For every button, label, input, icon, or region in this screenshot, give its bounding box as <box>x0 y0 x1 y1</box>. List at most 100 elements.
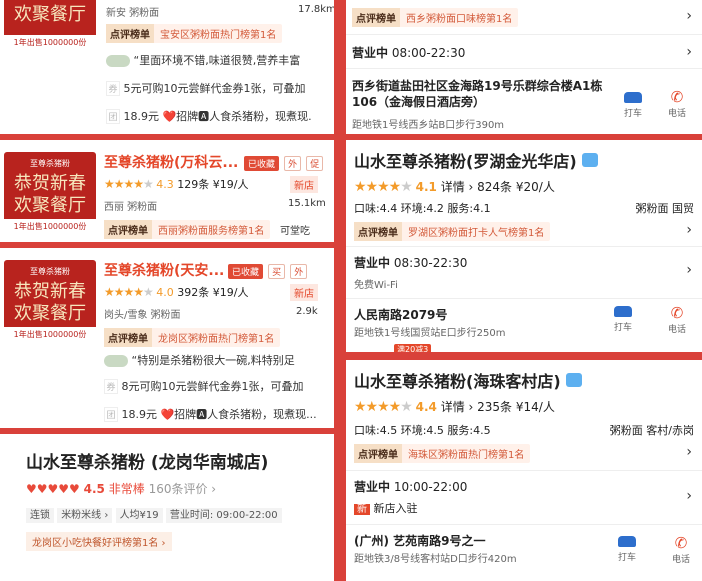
rating-row: ★★★★★ 4.0 392条 ¥19/人 <box>104 284 249 300</box>
avg-price: ¥19/人 <box>212 286 249 299</box>
review-count: 824条 <box>477 180 513 194</box>
chevron-right-icon[interactable]: › <box>686 222 692 238</box>
taxi-button[interactable]: 打车 <box>618 536 636 563</box>
shop-location: 岗头/雪象 粥粉面 <box>104 310 181 321</box>
review-count: 129条 <box>177 178 210 191</box>
address-text: (广州) 艺苑南路9号之一 <box>354 534 486 548</box>
hours-row[interactable]: 营业中 08:30-22:30 <box>354 254 467 271</box>
shop-title: 山水至尊杀猪粉(海珠客村店) <box>354 368 583 392</box>
listing-card-b[interactable]: 至尊杀猪粉 恭贺新春 欢聚餐厅 1年出售1000000份 至尊杀猪粉(万科云..… <box>0 140 334 242</box>
rank-label: 点评榜单 <box>106 24 154 43</box>
taxi-label: 打车 <box>614 323 633 333</box>
listing-card-c[interactable]: 至尊杀猪粉 恭贺新春 欢聚餐厅 1年出售1000000份 至尊杀猪粉(天安...… <box>0 248 334 428</box>
hours-value: 08:30-22:30 <box>393 256 468 270</box>
review-snippet: “里面环境不错,味道很赞,营养丰富 <box>106 52 300 68</box>
shop-thumbnail: 至尊杀猪粉 恭贺新春 欢聚餐厅 1年出售1000000份 <box>4 152 96 234</box>
hours-row[interactable]: 营业中 10:00-22:00 <box>354 478 467 495</box>
voucher-row[interactable]: 券 5元可购10元尝鲜代金券1张，可叠加 <box>106 80 306 96</box>
rank-text: 罗湖区粥粉面打卡人气榜第1名 <box>408 228 545 239</box>
rank-badge[interactable]: 点评榜单 宝安区粥粉面热门榜第1名 <box>106 24 283 43</box>
phone-button[interactable]: ✆ 电话 <box>668 304 686 335</box>
rating-value: 4.0 <box>156 286 174 299</box>
phone-icon: ✆ <box>670 304 684 322</box>
thumb-sold: 1年出售1000000份 <box>4 327 96 342</box>
shop-title[interactable]: 至尊杀猪粉(万科云... <box>104 152 238 172</box>
rating-row: ★★★★★ 4.3 129条 ¥19/人 <box>104 176 249 192</box>
shop-detail-right-1[interactable]: 点评榜单 西乡粥粉面口味榜第1名 › 营业中 08:00-22:30 › 西乡街… <box>346 0 702 134</box>
status-tags: 已收藏 外 促 <box>244 152 324 171</box>
chip-price: 人均¥19 <box>115 508 163 523</box>
chip-category[interactable]: 米粉米线 › <box>57 508 113 523</box>
collected-badge[interactable]: 已收藏 <box>228 264 264 279</box>
chevron-right-icon[interactable]: › <box>686 262 692 278</box>
review-count[interactable]: 160条评价 › <box>149 482 217 496</box>
shop-detail-right-3[interactable]: 山水至尊杀猪粉(海珠客村店) ★★★★★ 4.4 详情 › 235条 ¥14/人… <box>346 360 702 581</box>
hours-row[interactable]: 营业中 08:00-22:30 <box>352 44 465 61</box>
chevron-right-icon[interactable]: › <box>686 8 692 24</box>
star-rating-icon: ★★★★★ <box>104 177 154 191</box>
chevron-right-icon[interactable]: › <box>686 488 692 504</box>
metro-text: 距地铁1号线国贸站E口步行250m <box>354 328 506 339</box>
rank-label: 点评榜单 <box>104 328 152 347</box>
shop-distance: 15.1km <box>288 198 326 209</box>
tag-promo: 促 <box>306 156 324 171</box>
taxi-label: 打车 <box>624 109 643 119</box>
collected-badge[interactable]: 已收藏 <box>244 156 280 171</box>
thumb-line2: 欢聚餐厅 <box>14 303 86 324</box>
new-store-badge: 新店 <box>290 176 318 193</box>
rating-row: ★★★★★ 4.1 详情 › 824条 ¥20/人 <box>354 178 555 195</box>
rank-badge[interactable]: 点评榜单 西丽粥粉面服务榜第1名 <box>104 220 271 239</box>
rating-value: 4.1 <box>415 180 437 194</box>
thumb-sold: 1年出售1000000份 <box>4 35 96 50</box>
rank-badge[interactable]: 点评榜单 海珠区粥粉面热门榜第1名 <box>354 444 531 463</box>
shop-detail-right-2[interactable]: 山水至尊杀猪粉(罗湖金光华店) ★★★★★ 4.1 详情 › 824条 ¥20/… <box>346 140 702 352</box>
voucher-text: 8元可购10元尝鲜代金券1张，可叠加 <box>121 380 304 393</box>
chevron-right-icon[interactable]: › <box>686 444 692 460</box>
thumb-brand: 至尊杀猪粉 <box>30 267 70 276</box>
rank-badge[interactable]: 点评榜单 龙岗区粥粉面热门榜第1名 <box>104 328 281 347</box>
avg-price: ¥20/人 <box>515 180 555 194</box>
shop-title[interactable]: 至尊杀猪粉(天安... <box>104 260 224 280</box>
shop-distance: 2.9k <box>296 306 318 317</box>
phone-label: 电话 <box>672 555 691 565</box>
voucher-row[interactable]: 券 8元可购10元尝鲜代金券1张，可叠加 <box>104 378 304 394</box>
taxi-label: 打车 <box>618 553 637 563</box>
phone-icon: ✆ <box>670 88 684 106</box>
shop-title-text: 山水至尊杀猪粉(罗湖金光华店) <box>354 152 577 171</box>
rank-badge[interactable]: 龙岗区小吃快餐好评榜第1名 › <box>26 532 172 551</box>
shop-location: 西丽 粥粉面 <box>104 202 158 213</box>
review-text: “里面环境不错,味道很赞,营养丰富 <box>133 54 301 67</box>
rank-badge[interactable]: 点评榜单 西乡粥粉面口味榜第1名 <box>352 8 519 27</box>
voucher-tag: 券 <box>106 81 120 96</box>
review-snippet: “特别是杀猪粉很大一碗,料特别足 <box>104 352 295 368</box>
star-rating-icon: ★★★★★ <box>354 179 413 195</box>
tag-takeout: 外 <box>290 264 308 279</box>
phone-label: 电话 <box>668 109 687 119</box>
chevron-right-icon[interactable]: › <box>686 44 692 60</box>
group-deal-row[interactable]: 团 18.9元 ❤️招牌🅰人食杀猪粉，现煮现... <box>104 406 317 422</box>
rank-text: 海珠区粥粉面热门榜第1名 <box>408 450 525 461</box>
shop-distance: 17.8km <box>298 4 334 15</box>
rank-label: 点评榜单 <box>352 8 400 27</box>
rating-row: ★★★★★ 4.4 详情 › 235条 ¥14/人 <box>354 398 555 415</box>
group-text: 18.9元 ❤️招牌🅰人食杀猪粉，现煮现... <box>121 408 317 421</box>
review-count: 235条 <box>477 400 513 414</box>
taxi-button[interactable]: 打车 <box>614 306 632 333</box>
address-text: 人民南路2079号 <box>354 308 448 322</box>
phone-button[interactable]: ✆ 电话 <box>668 88 686 119</box>
verified-icon <box>582 153 599 167</box>
rank-text: 龙岗区粥粉面热门榜第1名 <box>158 334 275 345</box>
detail-link[interactable]: 详情 › <box>441 400 474 414</box>
shop-detail-card-d[interactable]: 山水至尊杀猪粉 (龙岗华南城店) ♥♥♥♥♥ 4.5 非常棒 160条评价 › … <box>0 434 334 581</box>
phone-button[interactable]: ✆ 电话 <box>672 534 690 565</box>
group-deal-row[interactable]: 团 18.9元 ❤️招牌🅰人食杀猪粉，现煮现. <box>106 108 312 124</box>
car-icon <box>618 536 636 547</box>
rank-badge[interactable]: 点评榜单 罗湖区粥粉面打卡人气榜第1名 <box>354 222 551 241</box>
hours-value: 08:00-22:30 <box>391 46 466 60</box>
rank-label: 点评榜单 <box>104 220 152 239</box>
hours-value: 10:00-22:00 <box>393 480 468 494</box>
taxi-button[interactable]: 打车 <box>624 92 642 119</box>
new-store-row: 新 新店入驻 <box>354 500 418 516</box>
listing-card-a[interactable]: 欢聚餐厅 1年出售1000000份 新安 粥粉面 17.8km 点评榜单 宝安区… <box>0 0 334 134</box>
detail-link[interactable]: 详情 › <box>441 180 474 194</box>
